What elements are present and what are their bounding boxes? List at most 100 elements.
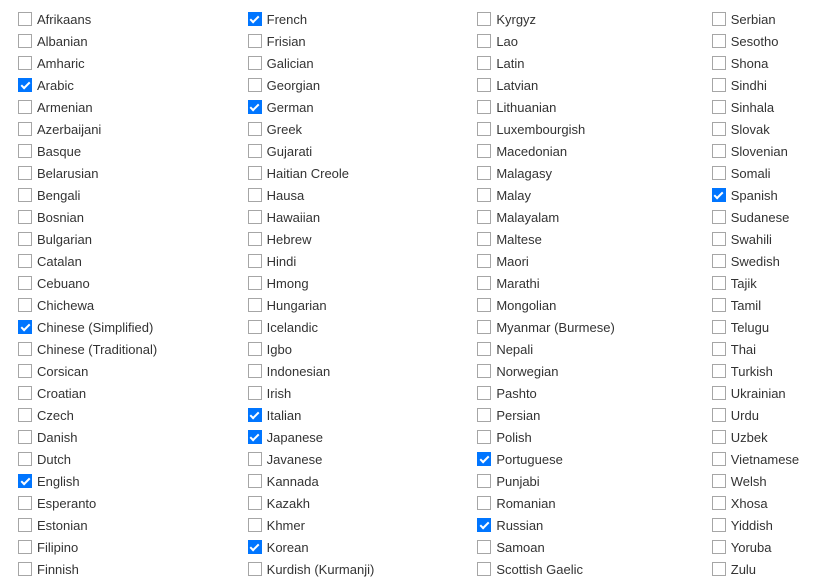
language-option-danish[interactable]: Danish [18, 426, 248, 448]
language-option-spanish[interactable]: Spanish [712, 184, 817, 206]
language-option-korean[interactable]: Korean [248, 536, 478, 558]
checkbox-icon[interactable] [712, 474, 726, 488]
language-option-lithuanian[interactable]: Lithuanian [477, 96, 711, 118]
checkbox-icon[interactable] [18, 342, 32, 356]
checkbox-icon[interactable] [477, 496, 491, 510]
language-option-belarusian[interactable]: Belarusian [18, 162, 248, 184]
language-option-haitian-creole[interactable]: Haitian Creole [248, 162, 478, 184]
checkbox-icon[interactable] [248, 56, 262, 70]
language-option-vietnamese[interactable]: Vietnamese [712, 448, 817, 470]
language-option-khmer[interactable]: Khmer [248, 514, 478, 536]
language-option-polish[interactable]: Polish [477, 426, 711, 448]
language-option-romanian[interactable]: Romanian [477, 492, 711, 514]
language-option-filipino[interactable]: Filipino [18, 536, 248, 558]
checkbox-icon[interactable] [477, 254, 491, 268]
checkbox-icon[interactable] [712, 144, 726, 158]
language-option-marathi[interactable]: Marathi [477, 272, 711, 294]
language-option-gujarati[interactable]: Gujarati [248, 140, 478, 162]
language-option-malay[interactable]: Malay [477, 184, 711, 206]
language-option-latin[interactable]: Latin [477, 52, 711, 74]
checkbox-icon[interactable] [712, 386, 726, 400]
language-option-chinese-traditional[interactable]: Chinese (Traditional) [18, 338, 248, 360]
language-option-yiddish[interactable]: Yiddish [712, 514, 817, 536]
checkbox-icon[interactable] [248, 34, 262, 48]
checkbox-icon[interactable] [248, 144, 262, 158]
language-option-norwegian[interactable]: Norwegian [477, 360, 711, 382]
language-option-hungarian[interactable]: Hungarian [248, 294, 478, 316]
checkbox-icon[interactable] [248, 496, 262, 510]
language-option-swahili[interactable]: Swahili [712, 228, 817, 250]
language-option-welsh[interactable]: Welsh [712, 470, 817, 492]
language-option-chinese-simplified[interactable]: Chinese (Simplified) [18, 316, 248, 338]
checkbox-icon[interactable] [248, 540, 262, 554]
language-option-samoan[interactable]: Samoan [477, 536, 711, 558]
language-option-chichewa[interactable]: Chichewa [18, 294, 248, 316]
checkbox-icon[interactable] [248, 188, 262, 202]
checkbox-icon[interactable] [18, 276, 32, 290]
checkbox-icon[interactable] [18, 364, 32, 378]
language-option-portuguese[interactable]: Portuguese [477, 448, 711, 470]
checkbox-icon[interactable] [18, 320, 32, 334]
language-option-turkish[interactable]: Turkish [712, 360, 817, 382]
language-option-tamil[interactable]: Tamil [712, 294, 817, 316]
checkbox-icon[interactable] [18, 452, 32, 466]
language-option-czech[interactable]: Czech [18, 404, 248, 426]
language-option-kannada[interactable]: Kannada [248, 470, 478, 492]
language-option-sindhi[interactable]: Sindhi [712, 74, 817, 96]
language-option-ukrainian[interactable]: Ukrainian [712, 382, 817, 404]
language-option-german[interactable]: German [248, 96, 478, 118]
language-option-mongolian[interactable]: Mongolian [477, 294, 711, 316]
language-option-irish[interactable]: Irish [248, 382, 478, 404]
language-option-scottish-gaelic[interactable]: Scottish Gaelic [477, 558, 711, 580]
checkbox-icon[interactable] [712, 342, 726, 356]
language-option-azerbaijani[interactable]: Azerbaijani [18, 118, 248, 140]
checkbox-icon[interactable] [248, 562, 262, 576]
language-option-corsican[interactable]: Corsican [18, 360, 248, 382]
checkbox-icon[interactable] [18, 122, 32, 136]
language-option-french[interactable]: French [248, 8, 478, 30]
checkbox-icon[interactable] [477, 562, 491, 576]
language-option-indonesian[interactable]: Indonesian [248, 360, 478, 382]
language-option-punjabi[interactable]: Punjabi [477, 470, 711, 492]
language-option-malayalam[interactable]: Malayalam [477, 206, 711, 228]
checkbox-icon[interactable] [477, 188, 491, 202]
checkbox-icon[interactable] [712, 166, 726, 180]
language-option-bengali[interactable]: Bengali [18, 184, 248, 206]
checkbox-icon[interactable] [248, 408, 262, 422]
checkbox-icon[interactable] [18, 540, 32, 554]
language-option-catalan[interactable]: Catalan [18, 250, 248, 272]
language-option-greek[interactable]: Greek [248, 118, 478, 140]
language-option-urdu[interactable]: Urdu [712, 404, 817, 426]
checkbox-icon[interactable] [477, 144, 491, 158]
checkbox-icon[interactable] [477, 364, 491, 378]
language-option-serbian[interactable]: Serbian [712, 8, 817, 30]
checkbox-icon[interactable] [712, 56, 726, 70]
language-option-swedish[interactable]: Swedish [712, 250, 817, 272]
language-option-hebrew[interactable]: Hebrew [248, 228, 478, 250]
checkbox-icon[interactable] [248, 320, 262, 334]
language-option-lao[interactable]: Lao [477, 30, 711, 52]
language-option-icelandic[interactable]: Icelandic [248, 316, 478, 338]
language-option-xhosa[interactable]: Xhosa [712, 492, 817, 514]
checkbox-icon[interactable] [18, 232, 32, 246]
checkbox-icon[interactable] [712, 364, 726, 378]
language-option-frisian[interactable]: Frisian [248, 30, 478, 52]
checkbox-icon[interactable] [712, 210, 726, 224]
checkbox-icon[interactable] [712, 12, 726, 26]
language-option-kazakh[interactable]: Kazakh [248, 492, 478, 514]
language-option-zulu[interactable]: Zulu [712, 558, 817, 580]
checkbox-icon[interactable] [712, 430, 726, 444]
checkbox-icon[interactable] [18, 430, 32, 444]
checkbox-icon[interactable] [18, 254, 32, 268]
checkbox-icon[interactable] [712, 34, 726, 48]
checkbox-icon[interactable] [477, 540, 491, 554]
language-option-hindi[interactable]: Hindi [248, 250, 478, 272]
language-option-slovak[interactable]: Slovak [712, 118, 817, 140]
language-option-estonian[interactable]: Estonian [18, 514, 248, 536]
language-option-telugu[interactable]: Telugu [712, 316, 817, 338]
language-option-slovenian[interactable]: Slovenian [712, 140, 817, 162]
checkbox-icon[interactable] [18, 144, 32, 158]
language-option-sesotho[interactable]: Sesotho [712, 30, 817, 52]
checkbox-icon[interactable] [18, 496, 32, 510]
checkbox-icon[interactable] [248, 386, 262, 400]
